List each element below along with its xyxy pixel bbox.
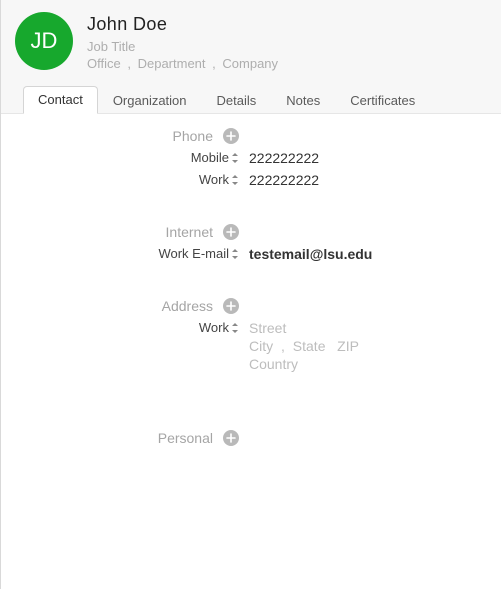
add-phone-button[interactable]: [223, 128, 239, 144]
org-office: Office: [87, 56, 121, 71]
contact-editor: JD John Doe Job Title Office , Departmen…: [1, 0, 501, 589]
address-type-label: Work: [199, 320, 229, 335]
phone-row: Work 222222222: [19, 172, 483, 188]
email-type-label: Work E-mail: [158, 246, 229, 261]
phone-type-select[interactable]: Mobile: [19, 150, 249, 165]
section-internet: Internet: [19, 224, 483, 240]
section-label-phone: Phone: [19, 128, 219, 144]
section-label-personal: Personal: [19, 430, 219, 446]
up-down-icon: [231, 153, 239, 163]
address-zip[interactable]: ZIP: [337, 338, 359, 354]
phone-type-label: Work: [199, 172, 229, 187]
tabs: Contact Organization Details Notes Certi…: [15, 85, 487, 113]
content: Phone Mobile 222222222 Work 222222222: [1, 114, 501, 589]
address-street[interactable]: Street: [249, 320, 483, 336]
plus-icon: [226, 433, 236, 443]
email-type-select[interactable]: Work E-mail: [19, 246, 249, 261]
section-label-internet: Internet: [19, 224, 219, 240]
contact-name[interactable]: John Doe: [87, 14, 278, 35]
phone-value[interactable]: 222222222: [249, 150, 483, 166]
org-department: Department: [138, 56, 206, 71]
add-personal-button[interactable]: [223, 430, 239, 446]
up-down-icon: [231, 323, 239, 333]
title-block: John Doe Job Title Office , Department ,…: [87, 12, 278, 71]
section-address: Address: [19, 298, 483, 314]
tab-certificates[interactable]: Certificates: [335, 87, 430, 114]
tab-contact[interactable]: Contact: [23, 86, 98, 114]
add-address-button[interactable]: [223, 298, 239, 314]
section-phone: Phone: [19, 128, 483, 144]
phone-type-label: Mobile: [191, 150, 229, 165]
tab-organization[interactable]: Organization: [98, 87, 202, 114]
avatar-initials: JD: [31, 28, 58, 54]
address-value[interactable]: Street City , State ZIP Country: [249, 320, 483, 374]
org-line[interactable]: Office , Department , Company: [87, 56, 278, 71]
separator: ,: [127, 56, 131, 71]
phone-type-select[interactable]: Work: [19, 172, 249, 187]
separator: ,: [281, 338, 285, 354]
email-row: Work E-mail testemail@lsu.edu: [19, 246, 483, 262]
address-city[interactable]: City: [249, 338, 273, 354]
plus-icon: [226, 301, 236, 311]
phone-value[interactable]: 222222222: [249, 172, 483, 188]
add-internet-button[interactable]: [223, 224, 239, 240]
tab-notes[interactable]: Notes: [271, 87, 335, 114]
up-down-icon: [231, 175, 239, 185]
email-value[interactable]: testemail@lsu.edu: [249, 246, 483, 262]
phone-row: Mobile 222222222: [19, 150, 483, 166]
avatar[interactable]: JD: [15, 12, 73, 70]
plus-icon: [226, 227, 236, 237]
plus-icon: [226, 131, 236, 141]
address-type-select[interactable]: Work: [19, 320, 249, 335]
address-row: Work Street City , State ZIP Country: [19, 320, 483, 374]
org-company: Company: [222, 56, 278, 71]
section-label-address: Address: [19, 298, 219, 314]
separator: ,: [212, 56, 216, 71]
section-personal: Personal: [19, 430, 483, 446]
up-down-icon: [231, 249, 239, 259]
address-state[interactable]: State: [293, 338, 326, 354]
job-title-placeholder[interactable]: Job Title: [87, 39, 278, 54]
tab-details[interactable]: Details: [202, 87, 272, 114]
address-country[interactable]: Country: [249, 356, 483, 372]
header: JD John Doe Job Title Office , Departmen…: [1, 0, 501, 114]
